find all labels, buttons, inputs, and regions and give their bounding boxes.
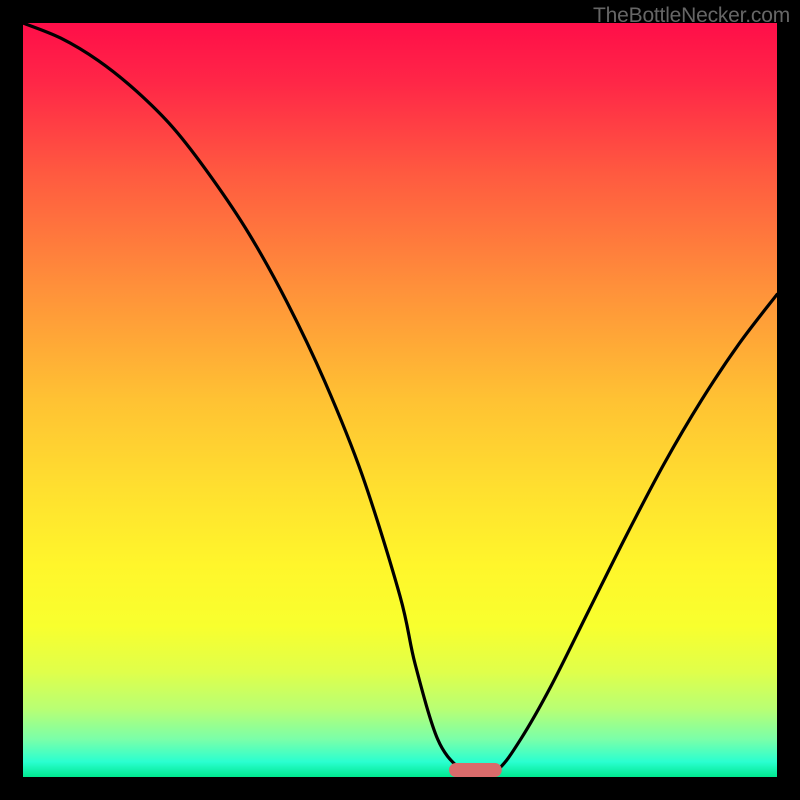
optimal-marker bbox=[449, 763, 502, 777]
chart-container: TheBottleNecker.com bbox=[0, 0, 800, 800]
plot-area bbox=[23, 23, 777, 777]
chart-svg bbox=[23, 23, 777, 777]
watermark-text: TheBottleNecker.com bbox=[593, 4, 790, 28]
gradient-background bbox=[23, 23, 777, 777]
